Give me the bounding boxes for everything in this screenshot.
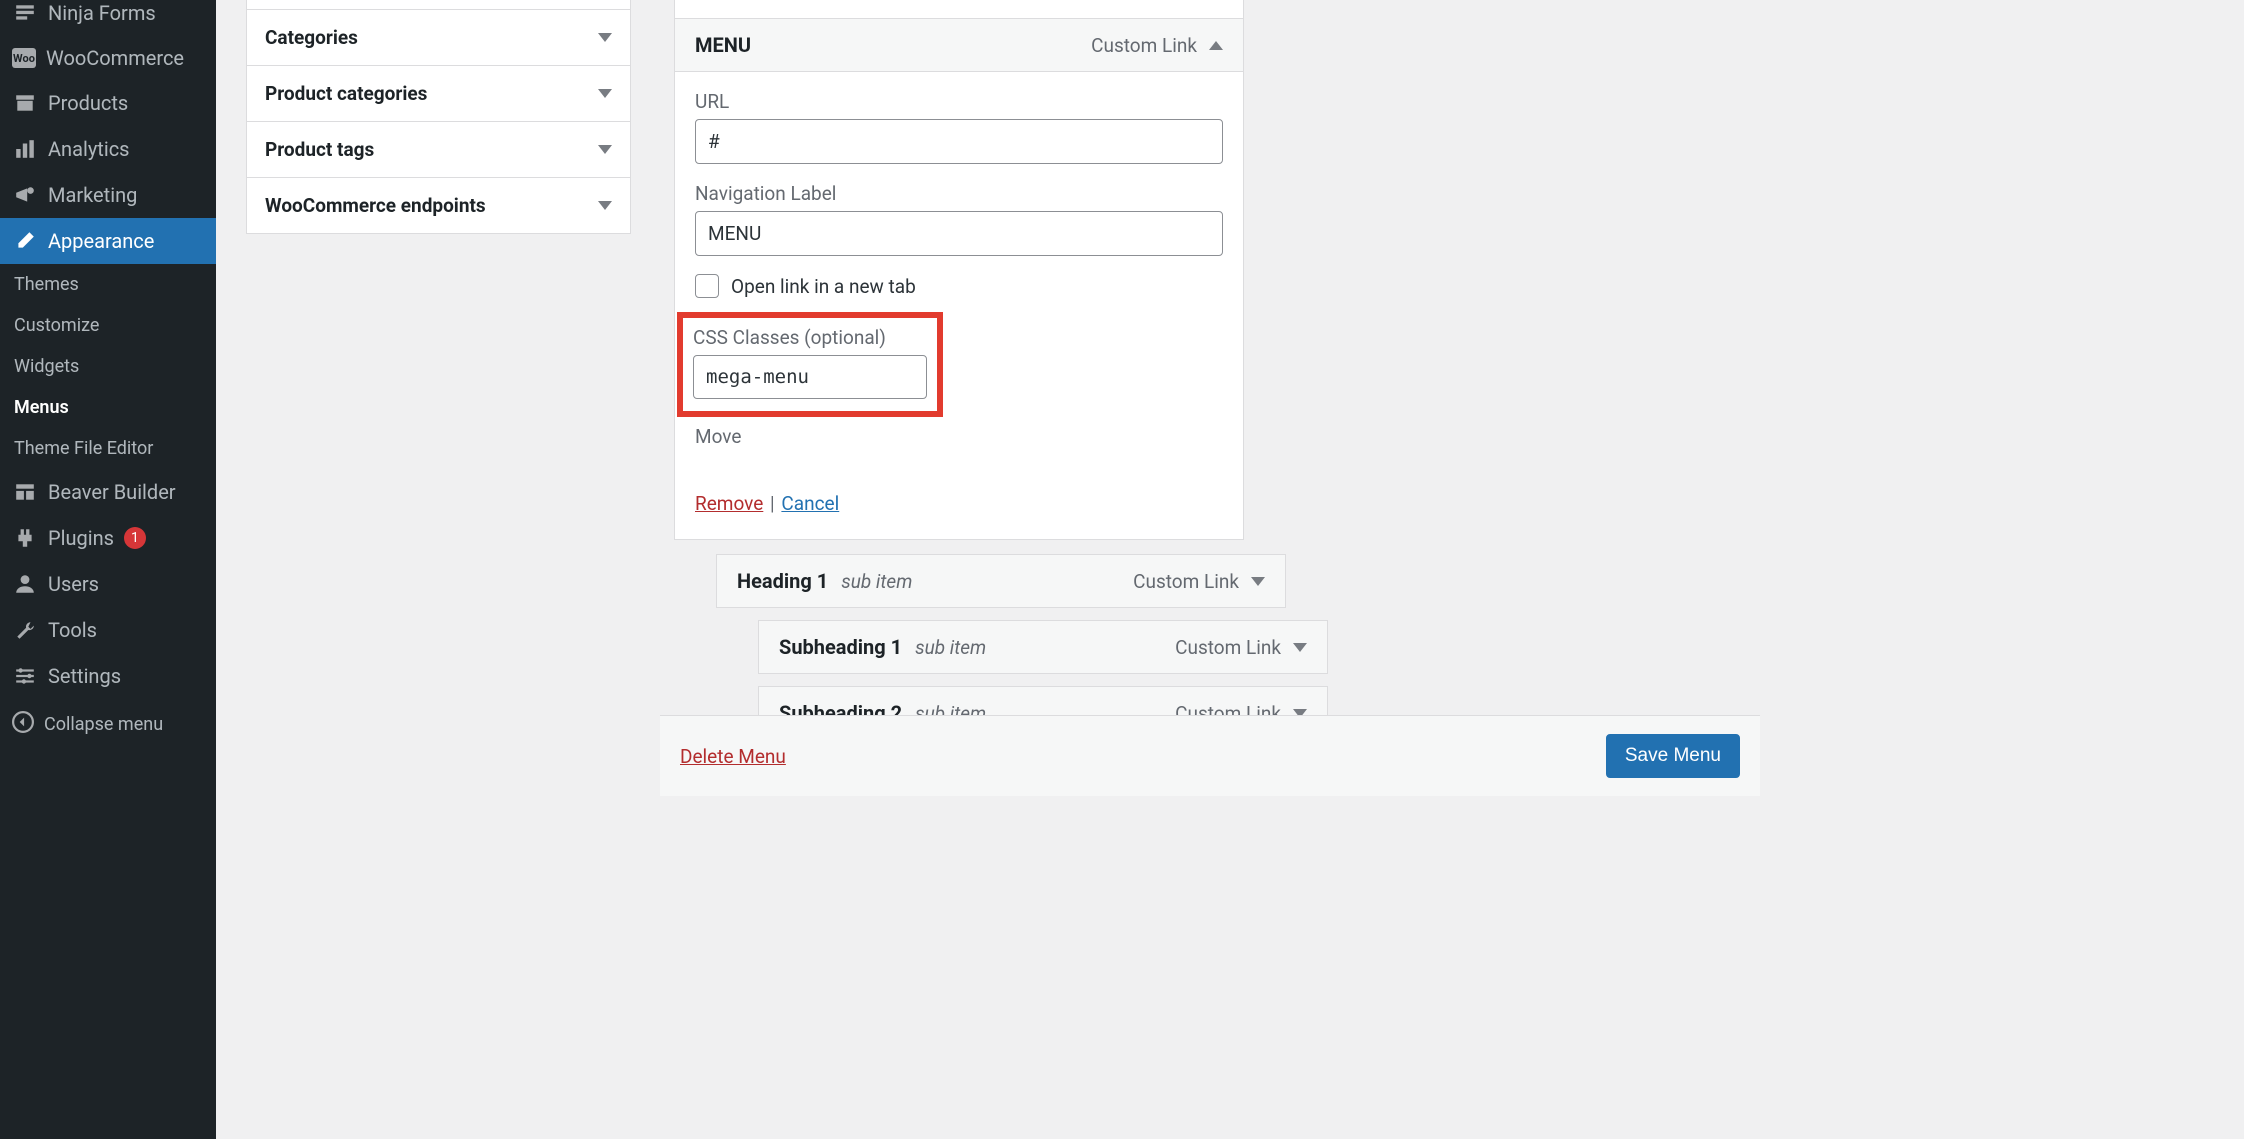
chevron-down-icon [598, 201, 612, 210]
nav-label-input[interactable] [695, 211, 1223, 256]
url-label: URL [695, 90, 1223, 113]
sidebar-item-analytics[interactable]: Analytics [0, 126, 216, 172]
submenu-themes[interactable]: Themes [0, 264, 216, 305]
user-icon [12, 571, 38, 597]
wrench-icon [12, 617, 38, 643]
sidebar-item-appearance[interactable]: Appearance [0, 218, 216, 264]
acc-label: Product tags [265, 138, 374, 161]
menu-item-menu: MENU Custom Link URL Navigation Label O [674, 18, 1244, 540]
content-area: Categories Product categories Product ta… [216, 0, 1544, 1139]
cancel-link[interactable]: Cancel [781, 492, 839, 515]
add-menu-items-panel: Categories Product categories Product ta… [246, 0, 631, 234]
menu-item-type-col: Custom Link [1091, 34, 1223, 57]
chevron-down-icon [598, 89, 612, 98]
chevron-down-icon [1251, 577, 1265, 586]
sidebar-label: Marketing [48, 183, 137, 207]
chevron-down-icon [598, 145, 612, 154]
acc-spacer [247, 0, 630, 9]
sidebar-label: Ninja Forms [48, 1, 156, 25]
sidebar-item-beaver-builder[interactable]: Beaver Builder [0, 469, 216, 515]
sidebar-item-settings[interactable]: Settings [0, 653, 216, 699]
css-classes-label: CSS Classes (optional) [693, 326, 927, 349]
menu-item-title: Subheading 1 [779, 635, 902, 659]
admin-sidebar: Ninja Forms Woo WooCommerce Products Ana… [0, 0, 216, 1139]
sidebar-label: Settings [48, 664, 121, 688]
menu-item-type: Custom Link [1091, 34, 1197, 57]
submenu-customize[interactable]: Customize [0, 305, 216, 346]
sidebar-label: Tools [48, 618, 97, 642]
sidebar-label: Products [48, 91, 128, 115]
layout-icon [12, 479, 38, 505]
menu-item-header[interactable]: MENU Custom Link [675, 19, 1243, 71]
delete-menu-link[interactable]: Delete Menu [680, 745, 786, 768]
sliders-icon [12, 663, 38, 689]
menu-item-heading-1: Heading 1 sub item Custom Link [716, 554, 1286, 608]
menu-footer-bar: Delete Menu Save Menu [660, 715, 1760, 796]
sidebar-item-products[interactable]: Products [0, 80, 216, 126]
sidebar-label: Users [48, 572, 99, 596]
save-menu-button[interactable]: Save Menu [1606, 734, 1740, 778]
menu-item-type-col: Custom Link [1133, 570, 1265, 593]
sidebar-item-users[interactable]: Users [0, 561, 216, 607]
menu-item-header[interactable]: Heading 1 sub item Custom Link [717, 555, 1285, 607]
acc-product-categories[interactable]: Product categories [247, 65, 630, 121]
panel-top-strip [674, 0, 1244, 18]
collapse-label: Collapse menu [44, 714, 163, 735]
chevron-down-icon [598, 33, 612, 42]
sidebar-label: Beaver Builder [48, 480, 176, 504]
chevron-up-icon [1209, 41, 1223, 50]
menu-item-header[interactable]: Subheading 1 sub item Custom Link [759, 621, 1327, 673]
url-input[interactable] [695, 119, 1223, 164]
plugins-badge: 1 [124, 527, 146, 549]
acc-categories[interactable]: Categories [247, 9, 630, 65]
appearance-submenu: Themes Customize Widgets Menus Theme Fil… [0, 264, 216, 469]
menu-item-type: Custom Link [1133, 570, 1239, 593]
sidebar-item-tools[interactable]: Tools [0, 607, 216, 653]
collapse-icon [12, 711, 34, 738]
css-classes-highlight: CSS Classes (optional) [677, 312, 943, 417]
form-icon [12, 0, 38, 26]
submenu-menus[interactable]: Menus [0, 387, 216, 428]
separator: | [770, 492, 775, 515]
archive-icon [12, 90, 38, 116]
acc-product-tags[interactable]: Product tags [247, 121, 630, 177]
move-label: Move [695, 425, 1223, 448]
menu-item-subtitle: sub item [915, 636, 986, 659]
menu-item-title: Heading 1 [737, 569, 828, 593]
sidebar-label: Plugins [48, 526, 114, 550]
remove-link[interactable]: Remove [695, 492, 763, 515]
chart-icon [12, 136, 38, 162]
menu-item-type: Custom Link [1175, 636, 1281, 659]
acc-label: WooCommerce endpoints [265, 194, 486, 217]
submenu-widgets[interactable]: Widgets [0, 346, 216, 387]
newtab-checkbox[interactable] [695, 274, 719, 298]
acc-label: Categories [265, 26, 358, 49]
menu-item-settings: URL Navigation Label Open link in a new … [675, 71, 1243, 539]
sidebar-label: Appearance [48, 229, 154, 253]
acc-woo-endpoints[interactable]: WooCommerce endpoints [247, 177, 630, 233]
sidebar-item-woocommerce[interactable]: Woo WooCommerce [0, 36, 216, 80]
acc-label: Product categories [265, 82, 427, 105]
sidebar-label: Analytics [48, 137, 130, 161]
nav-label-label: Navigation Label [695, 182, 1223, 205]
menu-structure-panel: MENU Custom Link URL Navigation Label O [674, 0, 1244, 774]
megaphone-icon [12, 182, 38, 208]
brush-icon [12, 228, 38, 254]
submenu-theme-editor[interactable]: Theme File Editor [0, 428, 216, 469]
woocommerce-icon: Woo [12, 48, 36, 68]
chevron-down-icon [1293, 643, 1307, 652]
menu-item-subheading-1: Subheading 1 sub item Custom Link [758, 620, 1328, 674]
menu-item-subtitle: sub item [841, 570, 912, 593]
plugin-icon [12, 525, 38, 551]
collapse-menu[interactable]: Collapse menu [0, 699, 216, 750]
sidebar-item-marketing[interactable]: Marketing [0, 172, 216, 218]
sidebar-item-plugins[interactable]: Plugins 1 [0, 515, 216, 561]
sidebar-item-ninja-forms[interactable]: Ninja Forms [0, 0, 216, 36]
sidebar-label: WooCommerce [46, 46, 184, 70]
newtab-label: Open link in a new tab [731, 275, 916, 298]
css-classes-input[interactable] [693, 355, 927, 399]
menu-item-type-col: Custom Link [1175, 636, 1307, 659]
menu-item-title: MENU [695, 33, 751, 57]
